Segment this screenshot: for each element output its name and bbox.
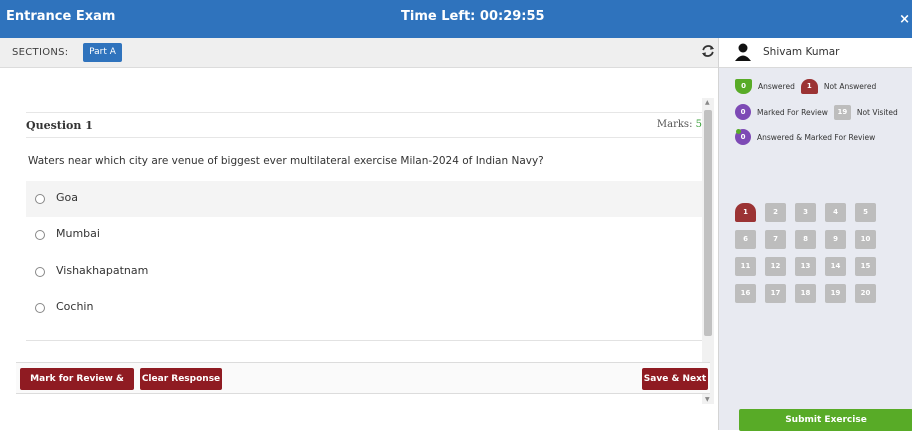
action-bar: Mark for Review & Next Clear Response Sa… — [16, 362, 710, 406]
legend-answered-marked-row: 0 Answered & Marked For Review — [735, 129, 881, 145]
marked-review-count-badge: 0 — [735, 104, 751, 120]
user-panel: Shivam Kumar — [719, 38, 912, 68]
scrollbar-thumb[interactable] — [704, 110, 712, 336]
divider — [26, 340, 702, 341]
palette-question-button[interactable]: 12 — [765, 257, 786, 276]
option-label: Vishakhapatnam — [56, 264, 149, 277]
palette-question-button[interactable]: 4 — [825, 203, 846, 222]
refresh-icon[interactable] — [701, 44, 715, 58]
option-label: Mumbai — [56, 227, 100, 240]
mark-review-next-button[interactable]: Mark for Review & Next — [20, 368, 134, 406]
scroll-up-icon[interactable]: ▲ — [705, 99, 710, 106]
question-header: Question 1 Marks: 5 — [26, 112, 704, 138]
palette-question-button[interactable]: 3 — [795, 203, 816, 222]
palette-question-button[interactable]: 19 — [825, 284, 846, 303]
app-title: Entrance Exam — [6, 9, 116, 24]
sections-bar: SECTIONS: Part A — [0, 38, 718, 68]
question-scrollbar[interactable]: ▲ ▼ — [702, 98, 714, 404]
palette-question-button[interactable]: 8 — [795, 230, 816, 249]
palette-question-button[interactable]: 6 — [735, 230, 756, 249]
palette-question-button[interactable]: 9 — [825, 230, 846, 249]
not-answered-count-badge: 1 — [800, 79, 818, 94]
answered-label: Answered — [758, 82, 795, 91]
answered-marker-dot — [736, 129, 741, 134]
legend-review-row: 0 Marked For Review 19 Not Visited — [735, 104, 904, 120]
answered-marked-label: Answered & Marked For Review — [757, 132, 876, 142]
question-content: Question 1 Marks: 5 Waters near which ci… — [10, 68, 704, 360]
submit-exercise-button[interactable]: Submit Exercise — [739, 409, 912, 431]
palette-question-button[interactable]: 1 — [735, 203, 756, 222]
palette-question-button[interactable]: 17 — [765, 284, 786, 303]
palette-question-button[interactable]: 2 — [765, 203, 786, 222]
option-row[interactable]: Goa — [26, 181, 702, 217]
marks: Marks: 5 — [657, 119, 702, 130]
legend-answered-row: 0 Answered 1 Not Answered — [735, 79, 882, 94]
palette-question-button[interactable]: 5 — [855, 203, 876, 222]
marked-review-label: Marked For Review — [757, 107, 828, 117]
not-visited-count-badge: 19 — [833, 104, 851, 120]
option-radio[interactable] — [35, 194, 45, 204]
clear-response-button[interactable]: Clear Response — [140, 368, 222, 390]
option-row[interactable]: Mumbai — [26, 217, 702, 253]
scroll-down-icon[interactable]: ▼ — [705, 396, 710, 403]
section-tab-part-a[interactable]: Part A — [83, 43, 122, 62]
option-label: Cochin — [56, 300, 94, 313]
question-palette-sidebar: Shivam Kumar 0 Answered 1 Not Answered 0 Mar… — [718, 38, 912, 431]
answered-count-badge: 0 — [735, 79, 752, 94]
time-left: Time Left: 00:29:55 — [401, 9, 545, 24]
palette-question-button[interactable]: 15 — [855, 257, 876, 276]
not-visited-label: Not Visited — [856, 107, 898, 117]
palette-question-button[interactable]: 20 — [855, 284, 876, 303]
palette-question-button[interactable]: 11 — [735, 257, 756, 276]
option-label: Goa — [56, 191, 78, 204]
palette-question-button[interactable]: 7 — [765, 230, 786, 249]
marks-label: Marks: — [656, 119, 693, 130]
palette-question-button[interactable]: 16 — [735, 284, 756, 303]
palette-question-button[interactable]: 18 — [795, 284, 816, 303]
palette-question-button[interactable]: 14 — [825, 257, 846, 276]
option-row[interactable]: Cochin — [26, 290, 702, 326]
sections-label: SECTIONS: — [12, 47, 69, 58]
question-text: Waters near which city are venue of bigg… — [28, 155, 544, 167]
palette-question-button[interactable]: 10 — [855, 230, 876, 249]
option-radio[interactable] — [35, 267, 45, 277]
top-bar: Entrance Exam Time Left: 00:29:55 × — [0, 0, 912, 38]
option-radio[interactable] — [35, 303, 45, 313]
user-icon — [735, 43, 751, 61]
not-answered-label: Not Answered — [823, 82, 877, 91]
question-number: Question 1 — [26, 119, 93, 132]
user-name: Shivam Kumar — [763, 46, 840, 58]
save-next-button[interactable]: Save & Next — [642, 368, 708, 390]
palette-question-button[interactable]: 13 — [795, 257, 816, 276]
option-row[interactable]: Vishakhapatnam — [26, 254, 702, 290]
close-icon[interactable]: × — [899, 12, 910, 27]
option-radio[interactable] — [35, 230, 45, 240]
